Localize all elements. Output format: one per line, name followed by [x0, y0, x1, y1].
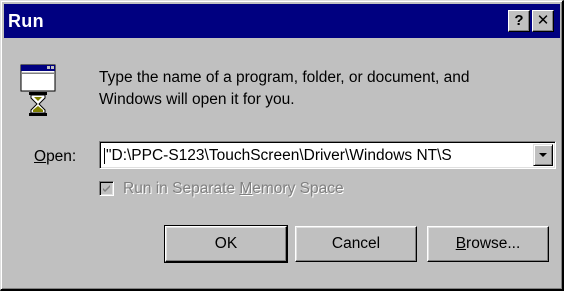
separate-memory-label-start: Run in Separate	[123, 180, 240, 197]
text-cursor	[104, 147, 105, 164]
open-label-text: pen:	[46, 148, 77, 165]
checkmark-icon	[103, 185, 110, 192]
separate-memory-label: Run in Separate Memory Space	[123, 179, 344, 199]
separate-memory-mnemonic: M	[239, 180, 253, 197]
separate-memory-checkbox	[99, 181, 114, 196]
dropdown-button[interactable]	[533, 144, 553, 166]
run-dialog: Run ? ✕ Type the name of a program, fold…	[0, 0, 564, 291]
open-label-mnemonic: O	[34, 148, 47, 165]
run-program-icon	[19, 63, 59, 119]
ok-button[interactable]: OK	[164, 225, 288, 263]
separate-memory-label-end: emory Space	[252, 180, 344, 197]
open-input[interactable]: "D:\PPC-S123\TouchScreen\Driver\Windows …	[104, 146, 532, 166]
instruction-line-2: Windows will open it for you.	[99, 91, 295, 108]
browse-mnemonic: B	[455, 235, 467, 252]
open-input-value: "D:\PPC-S123\TouchScreen\Driver\Windows …	[106, 147, 452, 164]
instruction-line-1: Type the name of a program, folder, or d…	[99, 69, 470, 86]
title-bar[interactable]: Run ? ✕	[4, 4, 560, 38]
cancel-button[interactable]: Cancel	[295, 226, 417, 262]
help-button[interactable]: ?	[508, 10, 530, 32]
instruction-text: Type the name of a program, folder, or d…	[99, 67, 539, 111]
browse-button[interactable]: Browse...	[427, 226, 549, 262]
chevron-down-icon	[539, 153, 547, 157]
browse-label: rowse...	[466, 235, 521, 252]
open-combobox[interactable]: "D:\PPC-S123\TouchScreen\Driver\Windows …	[99, 141, 556, 169]
window-title: Run	[8, 11, 44, 31]
close-button[interactable]: ✕	[532, 10, 554, 32]
open-label: Open:	[34, 148, 76, 166]
question-mark-icon: ?	[514, 12, 524, 29]
close-icon: ✕	[536, 12, 550, 29]
